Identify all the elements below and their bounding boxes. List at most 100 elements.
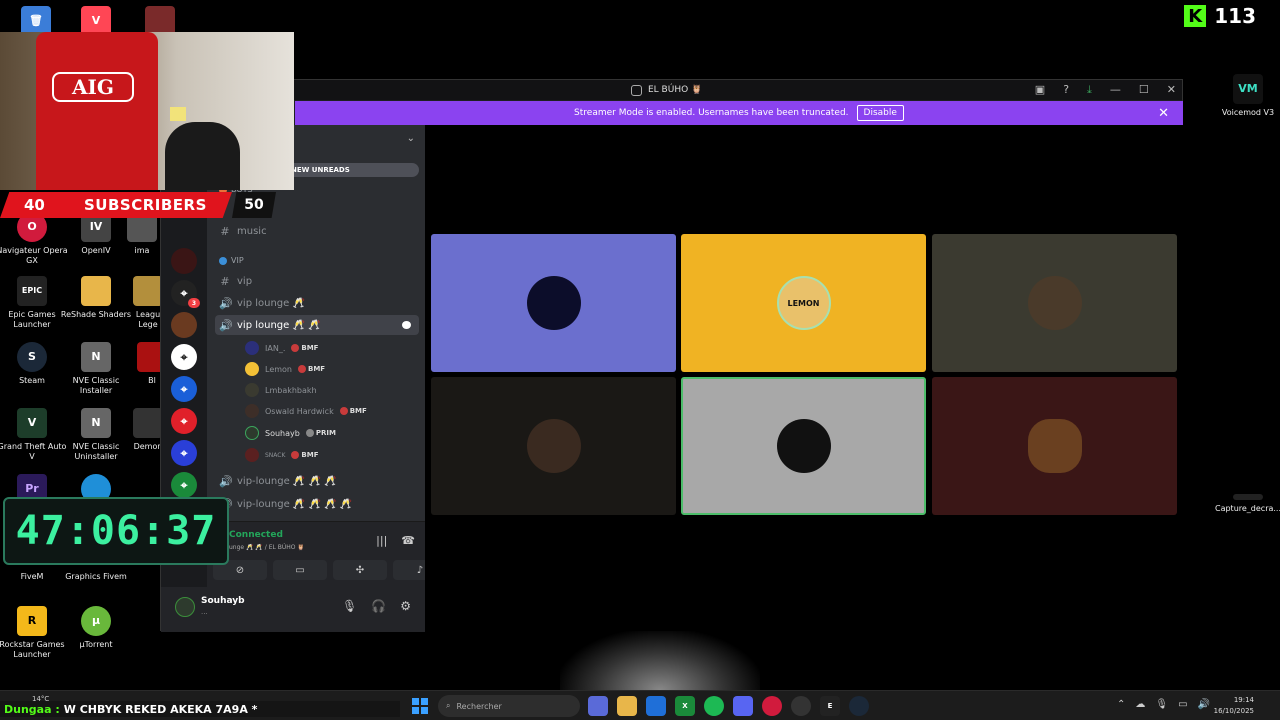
avatar — [245, 362, 259, 376]
banner-close-icon[interactable]: ✕ — [1158, 106, 1169, 121]
voicemod-icon: VM — [1233, 74, 1263, 104]
voice-channel-vip-lounge[interactable]: 🔊 vip lounge 🥂 — [215, 293, 419, 313]
user-status: ... — [201, 608, 208, 616]
avatar: LEMON — [776, 276, 831, 330]
close-icon[interactable]: ✕ — [1167, 83, 1176, 97]
server-icon[interactable]: ⌖ — [171, 440, 197, 466]
server-icon[interactable] — [171, 312, 197, 338]
taskbar-search[interactable]: ⌕ Rechercher — [438, 695, 580, 717]
avatar — [245, 448, 259, 462]
subscriber-goal: 50 — [232, 192, 276, 218]
server-icon[interactable]: ⌖ — [171, 472, 197, 498]
reshade-shortcut[interactable]: ReShade Shaders — [60, 276, 132, 320]
cloud-icon[interactable]: ☁ — [1135, 699, 1145, 710]
window-title-text: EL BÚHO 🦉 — [648, 85, 703, 95]
participant-tile[interactable] — [932, 377, 1177, 515]
voice-channel-vip-lounge-3[interactable]: 🔊 vip-lounge 🥂 🥂 🥂 — [215, 471, 419, 491]
inbox-icon[interactable]: ▣ — [1035, 83, 1045, 97]
background-art — [560, 631, 760, 690]
mute-icon[interactable]: 🎙 — [342, 599, 357, 613]
kick-viewer-count: K 113 — [1184, 4, 1256, 28]
obs-icon[interactable] — [791, 696, 811, 716]
server-icon[interactable]: ⌖ — [171, 376, 197, 402]
category-vip[interactable]: VIP — [219, 256, 244, 265]
disconnect-icon[interactable]: ☎ — [401, 534, 415, 547]
store-icon[interactable] — [646, 696, 666, 716]
avatar — [526, 276, 581, 330]
taskbar-clock[interactable]: 19:14 16/10/2025 — [1214, 695, 1254, 717]
user-tag: BMF — [301, 451, 319, 459]
discord-icon[interactable] — [733, 696, 753, 716]
nve-installer-shortcut[interactable]: N NVE Classic Installer — [60, 342, 132, 396]
league-icon — [133, 276, 163, 306]
participant-tile-speaking[interactable] — [681, 377, 926, 515]
download-icon[interactable]: ⤓ — [1087, 83, 1092, 97]
voicemod-shortcut[interactable]: VM Voicemod V3 — [1212, 74, 1280, 118]
noise-suppression-icon[interactable]: ||| — [376, 534, 387, 547]
server-icon[interactable]: ⌖ — [171, 344, 197, 370]
opera-gx-shortcut[interactable]: O Navigateur Opera GX — [0, 212, 68, 266]
voice-user[interactable]: Lmbakhbakh — [245, 380, 317, 400]
participant-tile[interactable] — [932, 234, 1177, 372]
fivem-label: FiveM — [20, 572, 44, 581]
epic-games-icon[interactable]: E — [820, 696, 840, 716]
participant-tile[interactable] — [431, 377, 676, 515]
steam-icon[interactable] — [849, 696, 869, 716]
headphones-icon[interactable]: 🎧 — [371, 599, 386, 613]
start-button[interactable] — [412, 698, 428, 714]
help-icon[interactable]: ? — [1063, 83, 1069, 97]
microphone-icon[interactable]: 🎙 — [1155, 699, 1168, 710]
epic-games-icon: EPIC — [17, 276, 47, 306]
settings-gear-icon[interactable]: ⚙ — [400, 599, 411, 613]
voice-user[interactable]: SNACK BMF — [245, 445, 319, 465]
voice-user[interactable]: Souhayb PRIM — [245, 423, 336, 443]
server-icon[interactable] — [171, 248, 197, 274]
chevron-up-icon[interactable]: ⌃ — [1117, 699, 1125, 710]
voice-channel-vip-lounge-4[interactable]: 🔊vip-lounge 🥂 🥂 🥂 🥂 — [215, 494, 419, 514]
activities-button[interactable]: ✣ — [333, 560, 387, 580]
webcam-chair — [165, 122, 240, 190]
graphics-fivem-shortcut[interactable]: Graphics Fivem — [60, 572, 132, 582]
volume-icon[interactable]: 🔊 — [1198, 699, 1210, 710]
channel-music[interactable]: # music — [215, 221, 419, 241]
disable-streamer-mode-button[interactable]: Disable — [856, 105, 904, 121]
channel-vip[interactable]: # vip — [215, 271, 419, 291]
epic-games-shortcut[interactable]: EPIC Epic Games Launcher — [0, 276, 68, 330]
steam-shortcut[interactable]: S Steam — [0, 342, 68, 386]
participant-tile[interactable] — [431, 234, 676, 372]
maximize-icon[interactable]: ☐ — [1139, 83, 1149, 97]
screen-share-button[interactable]: ▭ — [273, 560, 327, 580]
file-explorer-icon[interactable] — [617, 696, 637, 716]
gta-shortcut[interactable]: V Grand Theft Auto V — [0, 408, 68, 462]
chevron-down-icon[interactable]: ⌄ — [407, 133, 415, 144]
participant-tile[interactable]: LEMON — [681, 234, 926, 372]
server-icon[interactable]: ⌖ 3 — [171, 280, 200, 308]
network-icon[interactable]: ▭ — [1178, 699, 1187, 710]
voice-user[interactable]: Lemon BMF — [245, 359, 325, 379]
rockstar-icon: R — [17, 606, 47, 636]
xbox-icon[interactable]: X — [675, 696, 695, 716]
voice-channel-vip-lounge-active[interactable]: 🔊 vip lounge 🥂 🥂 — [215, 315, 419, 335]
capture-file-shortcut[interactable]: Capture_decra... — [1212, 494, 1280, 514]
voice-user[interactable]: Oswald Hardwick BMF — [245, 401, 367, 421]
nve-uninstaller-label: NVE Classic Uninstaller — [72, 442, 120, 461]
voice-user[interactable]: IAN_. BMF — [245, 338, 318, 358]
nve-uninstaller-shortcut[interactable]: N NVE Classic Uninstaller — [60, 408, 132, 462]
opera-gx-icon[interactable] — [762, 696, 782, 716]
avatar[interactable] — [175, 597, 195, 617]
chat-icon[interactable] — [402, 321, 411, 329]
spotify-icon[interactable] — [704, 696, 724, 716]
voice-location[interactable]: unge 🥂 🥂 / EL BÚHO 🦉 — [229, 544, 305, 551]
utorrent-shortcut[interactable]: µ µTorrent — [60, 606, 132, 650]
minimize-icon[interactable]: — — [1110, 83, 1121, 97]
demon-label: Demon — [133, 442, 163, 451]
channel-name: music — [237, 225, 267, 237]
server-icon[interactable]: ⌖ — [171, 408, 197, 434]
league-label: Leagu Lege — [135, 310, 161, 329]
rockstar-shortcut[interactable]: R Rockstar Games Launcher — [0, 606, 68, 660]
subscriber-label: SUBSCRIBERS — [84, 196, 207, 214]
banner-text: Streamer Mode is enabled. Usernames have… — [574, 108, 849, 118]
reshade-label: ReShade Shaders — [60, 310, 132, 319]
copilot-icon[interactable] — [588, 696, 608, 716]
fivem-shortcut[interactable]: FiveM — [0, 572, 68, 582]
